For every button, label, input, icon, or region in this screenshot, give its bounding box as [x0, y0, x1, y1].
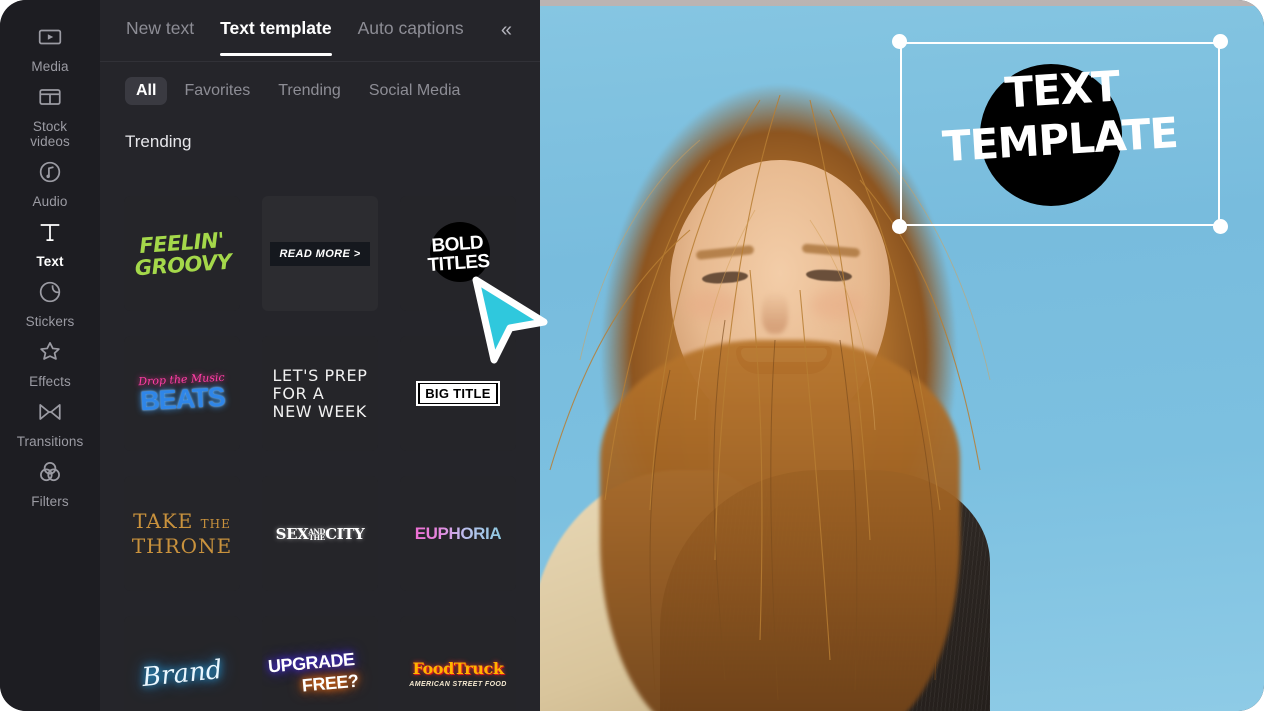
resize-handle-bottom-left[interactable] — [892, 219, 907, 234]
template-line2: BEATS — [139, 381, 226, 416]
template-part1: SEX — [275, 524, 309, 543]
left-sidebar: Media Stock videos Audio Text Stickers E… — [0, 0, 100, 711]
template-tile-lets-prep[interactable]: LET'S PREP FOR A NEW WEEK — [262, 336, 378, 451]
sidebar-item-effects[interactable]: Effects — [0, 335, 100, 389]
sidebar-item-label: Stock videos — [30, 119, 70, 149]
stock-videos-icon — [33, 80, 67, 114]
template-tile-bold-titles[interactable]: BOLD TITLES — [400, 196, 516, 311]
filter-chip-trending[interactable]: Trending — [267, 77, 352, 105]
hair-front — [600, 340, 960, 711]
template-part3: CITY — [325, 524, 365, 543]
resize-handle-top-right[interactable] — [1213, 34, 1228, 49]
template-tile-upgrade-free[interactable]: UPGRADE FREE? — [262, 616, 378, 711]
section-title-trending: Trending — [125, 132, 192, 151]
resize-handle-top-left[interactable] — [892, 34, 907, 49]
sidebar-item-label: Effects — [29, 374, 71, 389]
template-line1: FoodTruck — [412, 659, 504, 678]
template-tile-euphoria[interactable]: EUPHORIA — [400, 476, 516, 591]
sidebar-item-media[interactable]: Media — [0, 20, 100, 74]
template-line2: TITLES — [427, 250, 491, 276]
nose — [762, 292, 788, 334]
template-tile-take-the-throne[interactable]: TAKE THE THRONE — [124, 476, 240, 591]
effects-icon — [33, 335, 67, 369]
text-panel: New text Text template Auto captions « A… — [100, 0, 540, 711]
template-line1: TAKE — [133, 509, 194, 533]
chevron-double-left-icon[interactable]: « — [501, 20, 512, 40]
cheek-right — [810, 290, 864, 320]
template-grid: FEELIN' GROOVY READ MORE > BOLD TITLES D… — [100, 196, 540, 711]
filter-chips: All Favorites Trending Social Media — [100, 62, 540, 120]
template-tile-read-more[interactable]: READ MORE > — [262, 196, 378, 311]
template-label: BIG TITLE — [420, 384, 496, 403]
sidebar-item-stock-videos[interactable]: Stock videos — [0, 80, 100, 149]
filter-chip-social-media[interactable]: Social Media — [358, 77, 472, 105]
filter-chip-favorites[interactable]: Favorites — [173, 77, 261, 105]
audio-icon — [33, 155, 67, 189]
sidebar-item-label: Text — [36, 254, 64, 269]
tab-auto-captions[interactable]: Auto captions — [358, 18, 464, 45]
media-icon — [33, 20, 67, 54]
template-tile-food-truck[interactable]: FoodTruck AMERICAN STREET FOOD — [400, 616, 516, 711]
selection-bounding-box — [900, 42, 1220, 226]
tab-text-template[interactable]: Text template — [220, 18, 332, 56]
sidebar-item-filters[interactable]: Filters — [0, 455, 100, 509]
sidebar-item-transitions[interactable]: Transitions — [0, 395, 100, 449]
template-line1-small: THE — [200, 517, 231, 531]
template-line3: NEW WEEK — [272, 401, 367, 421]
transitions-icon — [33, 395, 67, 429]
sidebar-item-label: Filters — [31, 494, 69, 509]
template-line2: FOR A — [272, 383, 325, 403]
tab-new-text[interactable]: New text — [126, 18, 194, 45]
sidebar-item-text[interactable]: Text — [0, 215, 100, 269]
panel-tabs: New text Text template Auto captions « — [100, 0, 540, 62]
template-row: Drop the Music BEATS LET'S PREP FOR A NE… — [124, 336, 540, 451]
template-tile-drop-the-music-beats[interactable]: Drop the Music BEATS — [124, 336, 240, 451]
text-template-selection[interactable]: TEXT TEMPLATE — [892, 34, 1228, 234]
template-label: READ MORE > — [270, 241, 370, 266]
resize-handle-bottom-right[interactable] — [1213, 219, 1228, 234]
template-row: TAKE THE THRONE SEXAND THECITY EUPHORIA — [124, 476, 540, 591]
template-tile-big-title[interactable]: BIG TITLE — [400, 336, 516, 451]
cheek-left — [685, 290, 739, 320]
video-preview-canvas[interactable]: TEXT TEMPLATE — [540, 0, 1264, 711]
sky-top-tint — [540, 0, 1264, 6]
template-row: FEELIN' GROOVY READ MORE > BOLD TITLES — [124, 196, 540, 311]
template-line2: AMERICAN STREET FOOD — [409, 681, 507, 688]
template-tile-sex-and-the-city[interactable]: SEXAND THECITY — [262, 476, 378, 591]
template-label: Brand — [140, 654, 224, 693]
template-part2b: THE — [308, 532, 325, 542]
template-line1: LET'S PREP — [272, 365, 368, 385]
stickers-icon — [33, 275, 67, 309]
template-line2: THRONE — [131, 534, 233, 558]
sidebar-item-label: Transitions — [16, 434, 84, 449]
template-tile-brand[interactable]: Brand — [124, 616, 240, 711]
template-tile-feelin-groovy[interactable]: FEELIN' GROOVY — [124, 196, 240, 311]
sidebar-item-audio[interactable]: Audio — [0, 155, 100, 209]
sidebar-item-stickers[interactable]: Stickers — [0, 275, 100, 329]
filter-chip-all[interactable]: All — [125, 77, 168, 105]
sidebar-item-label: Stickers — [25, 314, 75, 329]
template-row: Brand UPGRADE FREE? FoodTruck AMERICAN S… — [124, 616, 540, 711]
video-editor-window: Media Stock videos Audio Text Stickers E… — [0, 0, 1264, 711]
filters-icon — [33, 455, 67, 489]
sidebar-item-label: Audio — [32, 194, 68, 209]
sidebar-item-label: Media — [31, 59, 69, 74]
text-icon — [33, 215, 67, 249]
template-label: EUPHORIA — [414, 523, 502, 543]
